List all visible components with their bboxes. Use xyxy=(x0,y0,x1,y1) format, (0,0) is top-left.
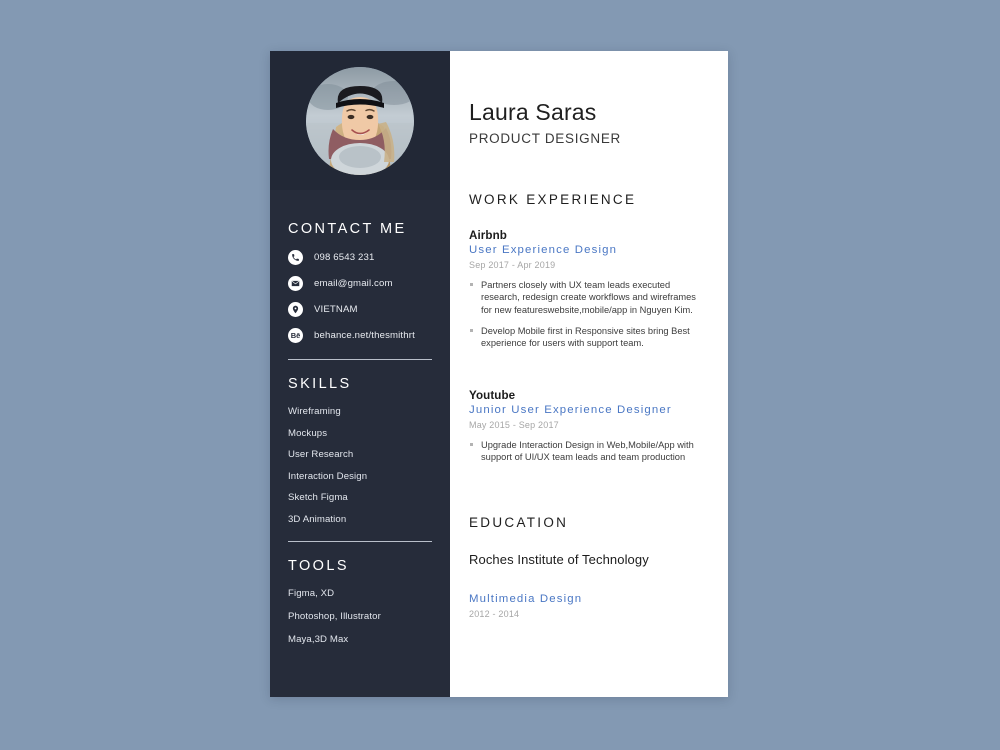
list-item: Upgrade Interaction Design in Web,Mobile… xyxy=(469,439,702,464)
job-dates: Sep 2017 - Apr 2019 xyxy=(469,260,556,270)
tools-section: TOOLS Figma, XD Photoshop, Illustrator M… xyxy=(288,542,432,645)
work-entry-youtube: Youtube Junior User Experience Designer … xyxy=(469,359,702,464)
work-entry-airbnb: Airbnb User Experience Design Sep 2017 -… xyxy=(469,207,702,350)
list-item: Develop Mobile first in Responsive sites… xyxy=(469,325,702,350)
sidebar: CONTACT ME 098 6543 231 email@gmail.com … xyxy=(270,51,450,697)
contact-behance-text: behance.net/thesmithrt xyxy=(314,330,415,341)
avatar xyxy=(306,66,414,175)
skills-list: Wireframing Mockups User Research Intera… xyxy=(288,406,432,525)
sidebar-body: CONTACT ME 098 6543 231 email@gmail.com … xyxy=(270,190,450,697)
tools-list: Figma, XD Photoshop, Illustrator Maya,3D… xyxy=(288,588,432,645)
contact-phone-text: 098 6543 231 xyxy=(314,252,375,263)
list-item: Maya,3D Max xyxy=(288,633,349,645)
list-item: Interaction Design xyxy=(288,470,368,482)
education-dates: 2012 - 2014 xyxy=(469,608,520,619)
avatar-block xyxy=(270,51,450,190)
work-experience-heading: WORK EXPERIENCE xyxy=(469,192,637,207)
employer-name: Airbnb xyxy=(469,229,507,242)
envelope-icon xyxy=(288,276,303,291)
list-item: Figma, XD xyxy=(288,587,335,599)
skills-section: SKILLS Wireframing Mockups User Research… xyxy=(288,360,432,525)
job-title: Junior User Experience Designer xyxy=(469,403,672,416)
contact-heading: CONTACT ME xyxy=(288,221,407,237)
contact-item-behance[interactable]: Bē behance.net/thesmithrt xyxy=(288,328,432,343)
list-item: Sketch Figma xyxy=(288,492,348,503)
tools-heading: TOOLS xyxy=(288,557,349,574)
contact-location-text: VIETNAM xyxy=(314,304,358,315)
school-name: Roches Institute of Technology xyxy=(469,551,649,567)
job-dates: May 2015 - Sep 2017 xyxy=(469,419,559,430)
skills-heading: SKILLS xyxy=(288,376,352,392)
location-pin-icon xyxy=(288,302,303,317)
list-item: Photoshop, Illustrator xyxy=(288,610,381,622)
list-item: Partners closely with UX team leads exec… xyxy=(469,279,702,316)
list-item: 3D Animation xyxy=(288,513,347,525)
work-experience-section: WORK EXPERIENCE Airbnb User Experience D… xyxy=(469,146,702,464)
job-title: User Experience Design xyxy=(469,244,618,256)
resume-card: CONTACT ME 098 6543 231 email@gmail.com … xyxy=(270,51,728,697)
main-content: Laura Saras PRODUCT DESIGNER WORK EXPERI… xyxy=(450,51,728,697)
list-item: Wireframing xyxy=(288,406,341,417)
contact-item-email[interactable]: email@gmail.com xyxy=(288,276,432,291)
education-section: EDUCATION Roches Institute of Technology… xyxy=(469,473,702,619)
employer-name: Youtube xyxy=(469,388,516,402)
job-bullet-list: Upgrade Interaction Design in Web,Mobile… xyxy=(469,439,702,464)
contact-list: 098 6543 231 email@gmail.com VIETNAM Bē … xyxy=(288,250,432,343)
contact-item-phone[interactable]: 098 6543 231 xyxy=(288,250,432,265)
contact-email-text: email@gmail.com xyxy=(314,278,393,289)
behance-icon: Bē xyxy=(288,328,303,343)
education-heading: EDUCATION xyxy=(469,514,569,530)
phone-icon xyxy=(288,250,303,265)
contact-item-location[interactable]: VIETNAM xyxy=(288,302,432,317)
job-role-subtitle: PRODUCT DESIGNER xyxy=(469,131,621,146)
job-bullet-list: Partners closely with UX team leads exec… xyxy=(469,279,702,350)
contact-section: CONTACT ME 098 6543 231 email@gmail.com … xyxy=(288,190,432,343)
degree-program: Multimedia Design xyxy=(469,592,583,605)
page-title: Laura Saras xyxy=(469,99,597,125)
list-item: Mockups xyxy=(288,427,328,439)
list-item: User Research xyxy=(288,449,354,460)
